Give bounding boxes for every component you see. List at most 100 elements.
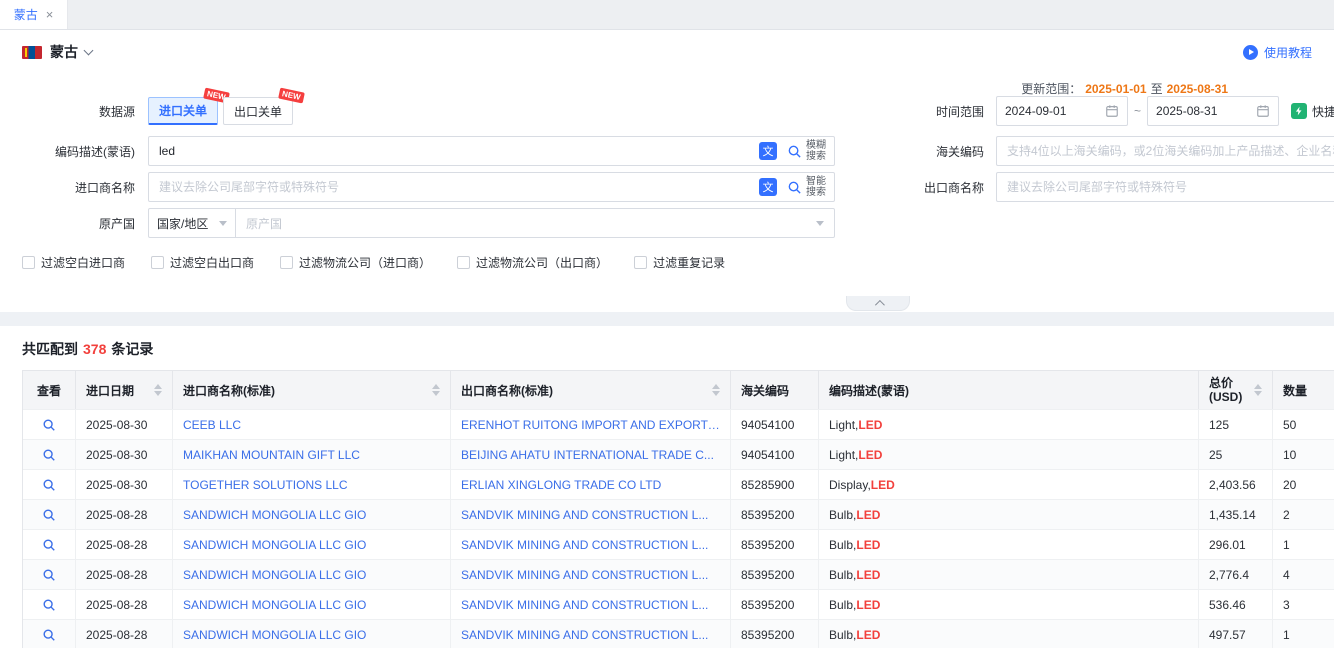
view-details-icon[interactable] <box>42 628 56 642</box>
fuzzy-search-button[interactable]: 模糊 搜索 <box>785 140 834 162</box>
collapse-filters-handle[interactable] <box>846 296 910 311</box>
filter-checkbox-item[interactable]: 过滤空白进口商 <box>22 254 125 271</box>
importer-link[interactable]: MAIKHAN MOUNTAIN GIFT LLC <box>183 448 360 462</box>
exporter-cell: SANDVIK MINING AND CONSTRUCTION L... <box>451 590 731 619</box>
table-header-row: 查看 进口日期 进口商名称(标准) 出口商名称(标准) 海关编码 编码描述(蒙语… <box>23 371 1334 409</box>
exporter-link[interactable]: SANDVIK MINING AND CONSTRUCTION L... <box>461 628 708 642</box>
sort-icon[interactable] <box>1254 384 1262 396</box>
importer-input-group: 文 智能 搜索 <box>148 172 835 202</box>
importer-link[interactable]: SANDWICH MONGOLIA LLC GIO <box>183 538 366 552</box>
view-details-icon[interactable] <box>42 508 56 522</box>
filter-checkbox-item[interactable]: 过滤重复记录 <box>634 254 725 271</box>
filter-checkbox-item[interactable]: 过滤物流公司（进口商） <box>280 254 431 271</box>
importer-link[interactable]: SANDWICH MONGOLIA LLC GIO <box>183 598 366 612</box>
checkbox[interactable] <box>634 256 647 269</box>
code-desc-input[interactable] <box>149 144 751 158</box>
checkbox[interactable] <box>457 256 470 269</box>
country-title[interactable]: 蒙古 <box>50 42 78 62</box>
chevron-down-icon[interactable] <box>84 45 94 55</box>
page-header: 蒙古 使用教程 <box>0 30 1334 74</box>
importer-link[interactable]: SANDWICH MONGOLIA LLC GIO <box>183 628 366 642</box>
total-usd: 497.57 <box>1199 620 1273 648</box>
sort-icon[interactable] <box>712 384 720 396</box>
quantity: 3 <box>1273 590 1334 619</box>
view-details-icon[interactable] <box>42 598 56 612</box>
smart-search-button[interactable]: 智能 搜索 <box>785 176 834 198</box>
highlighted-term: LED <box>856 538 880 552</box>
exporter-link[interactable]: SANDVIK MINING AND CONSTRUCTION L... <box>461 538 708 552</box>
tutorial-link[interactable]: 使用教程 <box>1243 44 1312 61</box>
importer-cell: SANDWICH MONGOLIA LLC GIO <box>173 590 451 619</box>
table-row: 2025-08-28 SANDWICH MONGOLIA LLC GIO SAN… <box>23 589 1334 619</box>
quick-search-label: 快捷 <box>1312 103 1334 120</box>
filter-checkbox-item[interactable]: 过滤物流公司（出口商） <box>457 254 608 271</box>
checkbox[interactable] <box>280 256 293 269</box>
checkbox[interactable] <box>22 256 35 269</box>
caret-down-icon <box>816 221 824 226</box>
table-row: 2025-08-30 TOGETHER SOLUTIONS LLC ERLIAN… <box>23 469 1334 499</box>
importer-link[interactable]: CEEB LLC <box>183 418 241 432</box>
header-total-usd: 总价 (USD) <box>1199 371 1273 409</box>
start-date-input[interactable] <box>996 96 1128 126</box>
code-description: Light, LED <box>819 440 1199 469</box>
origin-country-select[interactable]: 原产国 <box>236 208 835 238</box>
hs-code-input[interactable] <box>996 136 1334 166</box>
sort-icon[interactable] <box>432 384 440 396</box>
importer-input[interactable] <box>149 180 751 194</box>
view-details-icon[interactable] <box>42 478 56 492</box>
tutorial-label: 使用教程 <box>1264 44 1312 61</box>
hs-code-row: 海关编码 <box>880 136 1334 166</box>
view-details-icon[interactable] <box>42 568 56 582</box>
translate-icon[interactable]: 文 <box>759 142 777 160</box>
highlighted-term: LED <box>856 628 880 642</box>
exporter-link[interactable]: SANDVIK MINING AND CONSTRUCTION L... <box>461 598 708 612</box>
import-date: 2025-08-28 <box>76 620 173 648</box>
importer-cell: SANDWICH MONGOLIA LLC GIO <box>173 530 451 559</box>
export-declarations-tab[interactable]: 出口关单 NEW <box>223 97 293 125</box>
start-date-value[interactable] <box>1005 104 1101 118</box>
tab-mongolia[interactable]: 蒙古 × <box>0 0 68 29</box>
exporter-link[interactable]: BEIJING AHATU INTERNATIONAL TRADE C... <box>461 448 714 462</box>
region-type-select[interactable]: 国家/地区 <box>148 208 236 238</box>
highlighted-term: LED <box>871 478 895 492</box>
quantity: 4 <box>1273 560 1334 589</box>
filter-checkbox-item[interactable]: 过滤空白出口商 <box>151 254 254 271</box>
exporter-link[interactable]: ERENHOT RUITONG IMPORT AND EXPORT ... <box>461 418 720 432</box>
checkbox[interactable] <box>151 256 164 269</box>
filter-panel: 更新范围：2025-01-01至2025-08-31 数据源 进口关单 NEW … <box>0 74 1334 312</box>
importer-cell: CEEB LLC <box>173 410 451 439</box>
match-count: 378 <box>83 341 106 357</box>
translate-icon[interactable]: 文 <box>759 178 777 196</box>
search-icon <box>787 144 802 159</box>
exporter-input[interactable] <box>996 172 1334 202</box>
close-icon[interactable]: × <box>46 8 54 21</box>
smart-search-label: 智能 搜索 <box>806 176 826 198</box>
highlighted-term: LED <box>858 418 882 432</box>
table-row: 2025-08-28 SANDWICH MONGOLIA LLC GIO SAN… <box>23 529 1334 559</box>
new-badge: NEW <box>278 88 304 104</box>
total-usd: 2,403.56 <box>1199 470 1273 499</box>
header-importer: 进口商名称(标准) <box>173 371 451 409</box>
importer-link[interactable]: SANDWICH MONGOLIA LLC GIO <box>183 568 366 582</box>
import-declarations-tab[interactable]: 进口关单 NEW <box>148 97 218 125</box>
exporter-cell: SANDVIK MINING AND CONSTRUCTION L... <box>451 500 731 529</box>
exporter-link[interactable]: SANDVIK MINING AND CONSTRUCTION L... <box>461 508 708 522</box>
view-details-icon[interactable] <box>42 418 56 432</box>
total-usd: 1,435.14 <box>1199 500 1273 529</box>
hs-code: 94054100 <box>731 440 819 469</box>
importer-link[interactable]: SANDWICH MONGOLIA LLC GIO <box>183 508 366 522</box>
sort-icon[interactable] <box>154 384 162 396</box>
view-details-icon[interactable] <box>42 538 56 552</box>
importer-link[interactable]: TOGETHER SOLUTIONS LLC <box>183 478 347 492</box>
end-date-value[interactable] <box>1156 104 1252 118</box>
time-range-label: 时间范围 <box>880 103 996 120</box>
exporter-link[interactable]: ERLIAN XINGLONG TRADE CO LTD <box>461 478 661 492</box>
update-range-start: 2025-01-01 <box>1085 82 1146 96</box>
end-date-input[interactable] <box>1147 96 1279 126</box>
summary-suffix: 条记录 <box>111 341 153 357</box>
quantity: 1 <box>1273 620 1334 648</box>
quick-search-button[interactable]: 快捷 <box>1291 103 1334 120</box>
exporter-link[interactable]: SANDVIK MINING AND CONSTRUCTION L... <box>461 568 708 582</box>
view-details-icon[interactable] <box>42 448 56 462</box>
code-description: Bulb, LED <box>819 530 1199 559</box>
